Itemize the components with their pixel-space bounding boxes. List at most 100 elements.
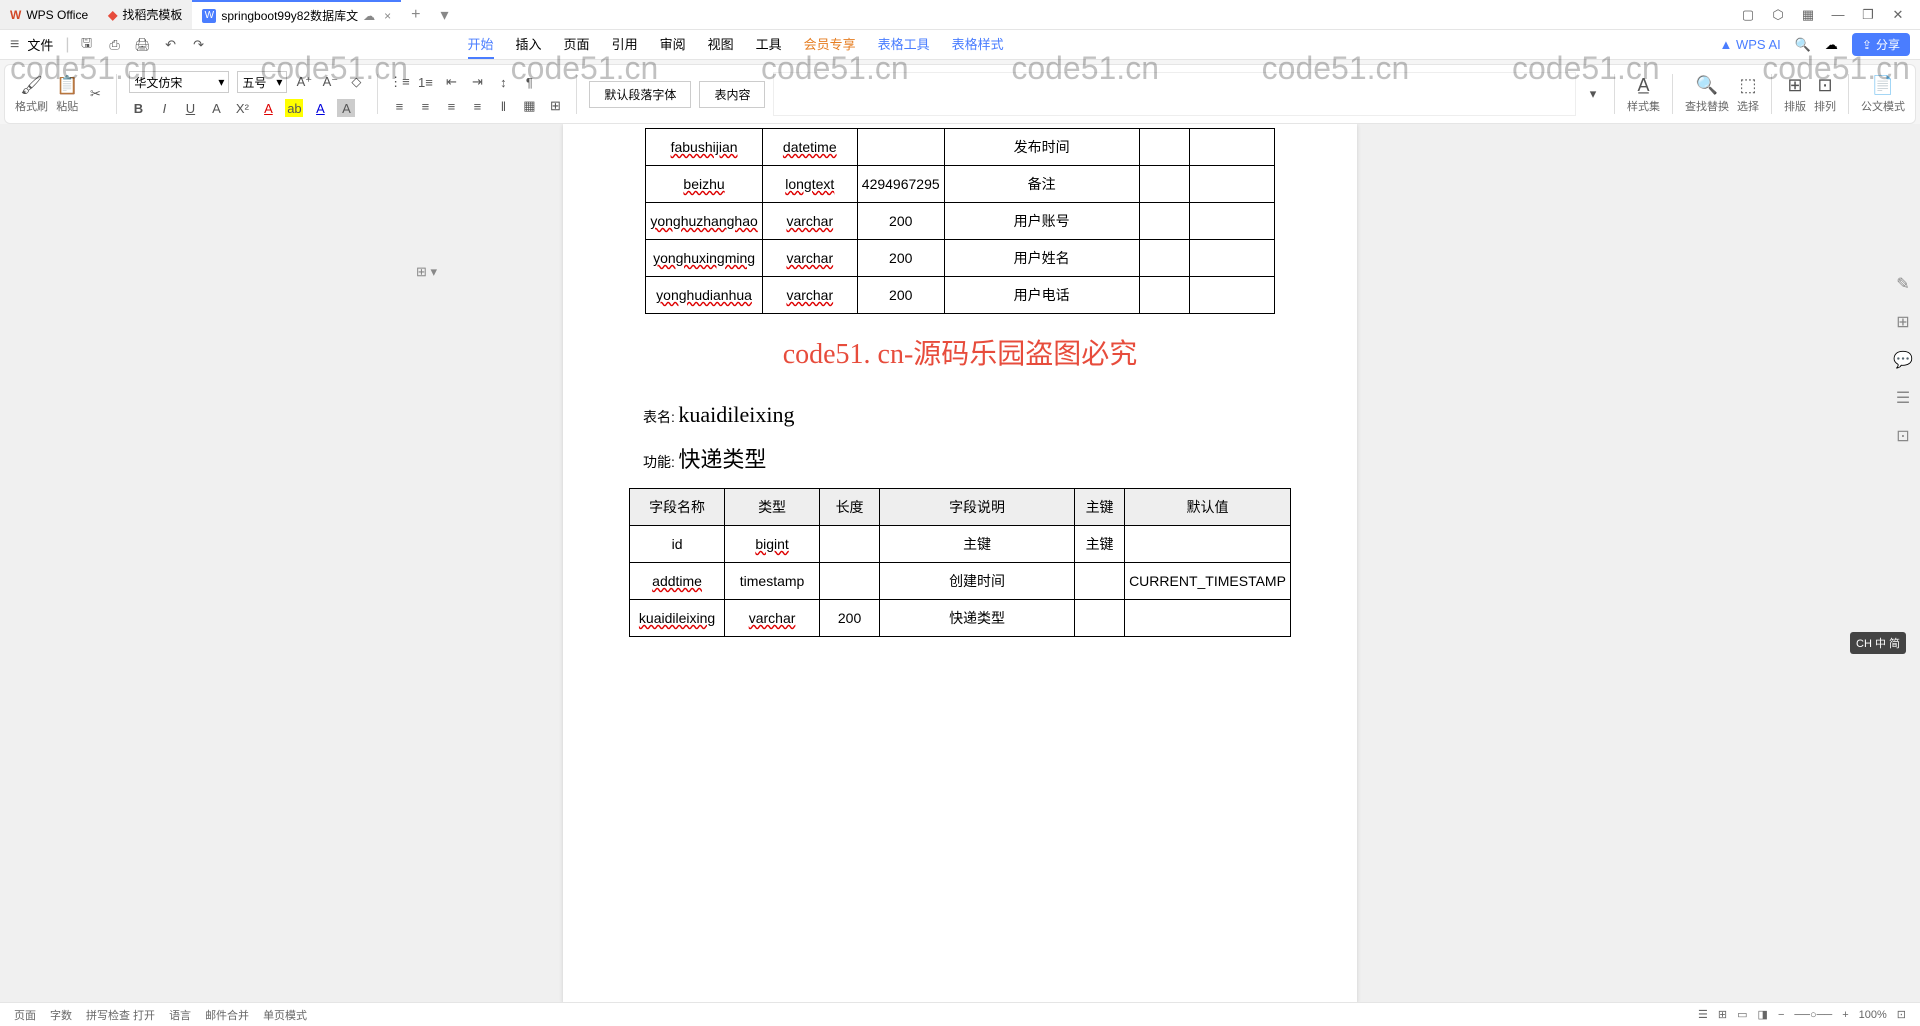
style-content[interactable]: 表内容: [699, 81, 765, 108]
tab-table-style[interactable]: 表格样式: [952, 30, 1004, 59]
tab-page[interactable]: 页面: [564, 30, 590, 59]
view-icon[interactable]: ▭: [1737, 1008, 1747, 1021]
table-cell[interactable]: 主键: [880, 526, 1075, 563]
side-icon[interactable]: 💬: [1893, 350, 1913, 370]
size-select[interactable]: 五号▾: [237, 71, 287, 93]
table-row[interactable]: yonghuzhanghaovarchar200用户账号: [646, 203, 1274, 240]
char-shading-icon[interactable]: A: [337, 99, 355, 117]
font-color-icon[interactable]: A: [259, 99, 277, 117]
arrange-button[interactable]: ⊞排版: [1784, 75, 1806, 114]
border-icon[interactable]: ⊞: [546, 97, 564, 115]
table-cell[interactable]: beizhu: [646, 166, 762, 203]
grid-icon[interactable]: ▦: [1800, 7, 1816, 23]
table-cell[interactable]: [1139, 240, 1189, 277]
table-row[interactable]: yonghudianhuavarchar200用户电话: [646, 277, 1274, 314]
table-cell[interactable]: [820, 563, 880, 600]
view-icon[interactable]: ⊞: [1718, 1008, 1727, 1021]
table-cell[interactable]: 200: [820, 600, 880, 637]
table-cell[interactable]: 200: [857, 277, 944, 314]
paste-group[interactable]: 📋 粘贴: [56, 75, 78, 114]
side-icon[interactable]: ✎: [1896, 274, 1909, 294]
font-select[interactable]: 华文仿宋▾: [129, 71, 229, 93]
maximize-button[interactable]: ❐: [1860, 7, 1876, 23]
indent-icon[interactable]: ⇥: [468, 73, 486, 91]
grow-font-icon[interactable]: A⁺: [295, 73, 313, 91]
tab-dropdown[interactable]: ▾: [430, 5, 458, 25]
table-cell[interactable]: [1189, 203, 1274, 240]
table-cell[interactable]: bigint: [725, 526, 820, 563]
status-spell[interactable]: 拼写检查 打开: [86, 1007, 155, 1023]
select-button[interactable]: ⬚选择: [1737, 75, 1759, 114]
table-cell[interactable]: 快递类型: [880, 600, 1075, 637]
table-cell[interactable]: 用户账号: [944, 203, 1139, 240]
tab-insert[interactable]: 插入: [516, 30, 542, 59]
official-button[interactable]: 📄公文模式: [1861, 75, 1905, 114]
minimize-button[interactable]: —: [1830, 7, 1846, 23]
table-cell[interactable]: [1139, 166, 1189, 203]
align-left-icon[interactable]: ≡: [390, 97, 408, 115]
zoom-in-icon[interactable]: +: [1842, 1009, 1848, 1021]
table-cell[interactable]: 备注: [944, 166, 1139, 203]
table-cell[interactable]: 创建时间: [880, 563, 1075, 600]
status-page[interactable]: 页面: [14, 1007, 36, 1023]
hamburger-icon[interactable]: ≡: [10, 36, 19, 54]
format-painter-group[interactable]: 🖌 格式刷: [15, 75, 48, 114]
table-cell[interactable]: 200: [857, 240, 944, 277]
cut-icon[interactable]: ✂: [86, 85, 104, 103]
table-cell[interactable]: [1075, 600, 1125, 637]
document-viewport[interactable]: ⊞ ▾ fabushijiandatetime发布时间beizhulongtex…: [0, 124, 1920, 1002]
table-cell[interactable]: [1139, 203, 1189, 240]
table-cell[interactable]: varchar: [762, 240, 857, 277]
status-lang[interactable]: 语言: [169, 1007, 191, 1023]
tab-start[interactable]: 开始: [468, 30, 494, 59]
table-row[interactable]: yonghuxingmingvarchar200用户姓名: [646, 240, 1274, 277]
shrink-font-icon[interactable]: A⁻: [321, 73, 339, 91]
sort-icon[interactable]: ↕: [494, 73, 512, 91]
style-expand-icon[interactable]: ▾: [1584, 85, 1602, 103]
table-row[interactable]: idbigint主键主键: [630, 526, 1291, 563]
table-cell[interactable]: [1189, 166, 1274, 203]
table-cell[interactable]: [1125, 526, 1291, 563]
table-cell[interactable]: [1125, 600, 1291, 637]
tab-table-tools[interactable]: 表格工具: [878, 30, 930, 59]
table-cell[interactable]: [1139, 129, 1189, 166]
shading-icon[interactable]: ▦: [520, 97, 538, 115]
align-button[interactable]: ⊡排列: [1814, 75, 1836, 114]
zoom-out-icon[interactable]: −: [1778, 1009, 1784, 1021]
outdent-icon[interactable]: ⇤: [442, 73, 460, 91]
table-cell[interactable]: [1189, 129, 1274, 166]
tab-document[interactable]: W springboot99y82数据库文 ☁ ×: [192, 0, 401, 29]
close-button[interactable]: ✕: [1890, 7, 1906, 23]
status-words[interactable]: 字数: [50, 1007, 72, 1023]
save-icon[interactable]: 🖫: [78, 36, 96, 54]
side-icon[interactable]: ⊞: [1896, 312, 1909, 332]
find-replace-button[interactable]: 🔍查找替换: [1685, 75, 1729, 114]
zoom-value[interactable]: 100%: [1859, 1009, 1887, 1021]
table-row[interactable]: kuaidileixingvarchar200快递类型: [630, 600, 1291, 637]
table-cell[interactable]: 用户电话: [944, 277, 1139, 314]
table-cell[interactable]: [857, 129, 944, 166]
italic-icon[interactable]: I: [155, 99, 173, 117]
table-cell[interactable]: varchar: [762, 277, 857, 314]
table-row[interactable]: fabushijiandatetime发布时间: [646, 129, 1274, 166]
tab-view[interactable]: 视图: [708, 30, 734, 59]
view-icon[interactable]: ◨: [1758, 1008, 1768, 1021]
table-cell[interactable]: yonghuzhanghao: [646, 203, 762, 240]
table-cell[interactable]: [1139, 277, 1189, 314]
view-icon[interactable]: ☰: [1698, 1008, 1708, 1021]
status-outline[interactable]: 单页模式: [263, 1007, 307, 1023]
style-default-para[interactable]: 默认段落字体: [589, 81, 691, 108]
number-list-icon[interactable]: 1≡: [416, 73, 434, 91]
tab-reference[interactable]: 引用: [612, 30, 638, 59]
table-cell[interactable]: 200: [857, 203, 944, 240]
tab-review[interactable]: 审阅: [660, 30, 686, 59]
table-cell[interactable]: yonghuxingming: [646, 240, 762, 277]
restore-icon[interactable]: ▢: [1740, 7, 1756, 23]
justify-icon[interactable]: ≡: [468, 97, 486, 115]
table-cell[interactable]: [1189, 240, 1274, 277]
close-icon[interactable]: ×: [384, 9, 391, 23]
file-menu[interactable]: 文件: [27, 35, 53, 54]
table-row[interactable]: addtimetimestamp创建时间CURRENT_TIMESTAMP: [630, 563, 1291, 600]
highlight-icon[interactable]: ab: [285, 99, 303, 117]
table-cell[interactable]: [1189, 277, 1274, 314]
